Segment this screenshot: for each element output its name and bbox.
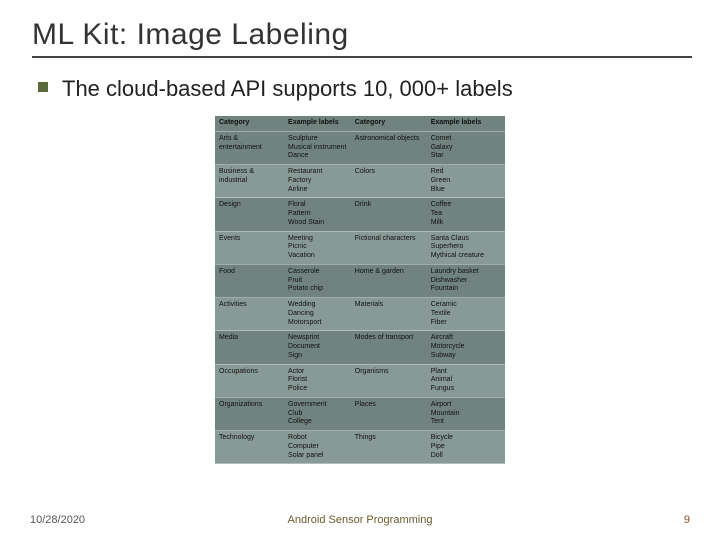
table-row: ActivitiesWedding Dancing MotorsportMate… [215,298,505,331]
category-cell: Technology [215,431,284,464]
table-row: OccupationsActor Florist PoliceOrganisms… [215,364,505,397]
examples-cell: Government Club College [284,397,351,430]
category-cell: Fictional characters [351,231,427,264]
category-cell: Places [351,397,427,430]
table-wrap: Category Example labels Category Example… [32,116,688,464]
square-bullet-icon [38,82,48,92]
table-row: TechnologyRobot Computer Solar panelThin… [215,431,505,464]
examples-cell: Newsprint Document Sign [284,331,351,364]
examples-cell: Coffee Tea Milk [427,198,505,231]
examples-cell: Santa Claus Superhero Mythical creature [427,231,505,264]
category-cell: Media [215,331,284,364]
examples-cell: Casserole Fruit Potato chip [284,264,351,297]
examples-cell: Wedding Dancing Motorsport [284,298,351,331]
category-cell: Things [351,431,427,464]
category-cell: Events [215,231,284,264]
examples-cell: Floral Pattern Wood Stain [284,198,351,231]
col-examples-2: Example labels [427,116,505,131]
category-cell: Organisms [351,364,427,397]
table-row: Arts & entertainmentSculpture Musical in… [215,131,505,164]
category-cell: Modes of transport [351,331,427,364]
bullet-row: The cloud-based API supports 10, 000+ la… [38,76,688,102]
category-cell: Activities [215,298,284,331]
category-cell: Occupations [215,364,284,397]
examples-cell: Aircraft Motorcycle Subway [427,331,505,364]
category-cell: Materials [351,298,427,331]
footer: Android Sensor Programming 10/28/2020 9 [0,514,720,526]
table-row: MediaNewsprint Document SignModes of tra… [215,331,505,364]
examples-cell: Airport Mountain Tent [427,397,505,430]
table-header-row: Category Example labels Category Example… [215,116,505,131]
examples-cell: Plant Animal Fungus [427,364,505,397]
category-cell: Food [215,264,284,297]
slide: ML Kit: Image Labeling The cloud-based A… [0,0,720,540]
footer-center: Android Sensor Programming [0,514,720,526]
examples-cell: Bicycle Pipe Doll [427,431,505,464]
table-row: Business & industrialRestaurant Factory … [215,165,505,198]
category-cell: Astronomical objects [351,131,427,164]
table-row: OrganizationsGovernment Club CollegePlac… [215,397,505,430]
title-underline [32,56,692,58]
col-category-1: Category [215,116,284,131]
category-cell: Arts & entertainment [215,131,284,164]
table-row: DesignFloral Pattern Wood StainDrinkCoff… [215,198,505,231]
category-cell: Drink [351,198,427,231]
bullet-text: The cloud-based API supports 10, 000+ la… [62,76,513,102]
table-row: EventsMeeting Picnic VacationFictional c… [215,231,505,264]
examples-cell: Meeting Picnic Vacation [284,231,351,264]
category-cell: Business & industrial [215,165,284,198]
category-cell: Home & garden [351,264,427,297]
category-cell: Colors [351,165,427,198]
category-cell: Organizations [215,397,284,430]
col-examples-1: Example labels [284,116,351,131]
labels-table: Category Example labels Category Example… [215,116,505,464]
examples-cell: Sculpture Musical instrument Dance [284,131,351,164]
examples-cell: Red Green Blue [427,165,505,198]
examples-cell: Restaurant Factory Airline [284,165,351,198]
col-category-2: Category [351,116,427,131]
page-title: ML Kit: Image Labeling [32,18,688,52]
examples-cell: Laundry basket Dishwasher Fountain [427,264,505,297]
examples-cell: Comet Galaxy Star [427,131,505,164]
category-cell: Design [215,198,284,231]
examples-cell: Actor Florist Police [284,364,351,397]
examples-cell: Ceramic Textile Fiber [427,298,505,331]
table-row: FoodCasserole Fruit Potato chipHome & ga… [215,264,505,297]
examples-cell: Robot Computer Solar panel [284,431,351,464]
